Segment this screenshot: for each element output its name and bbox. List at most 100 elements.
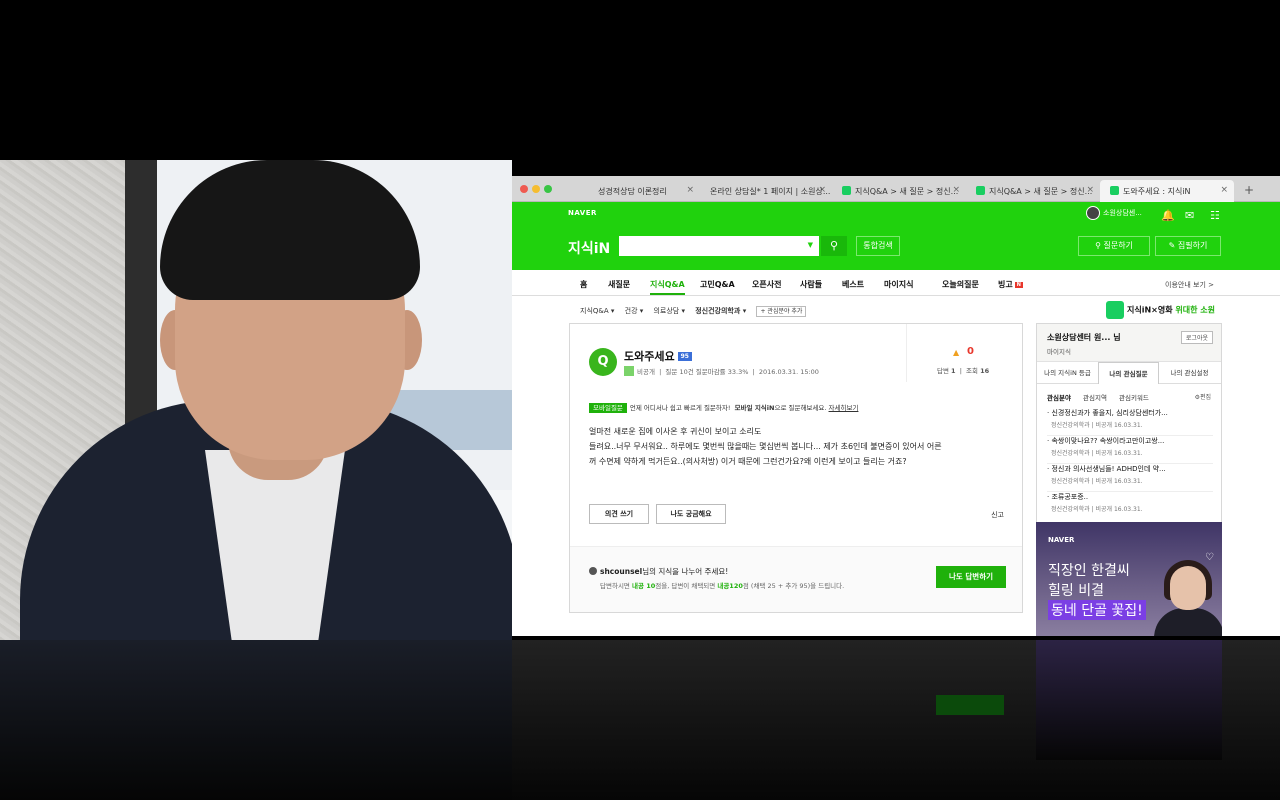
close-tab-icon[interactable]: × [686,185,694,195]
add-interest-button[interactable]: + 관심분야 추가 [756,306,807,317]
nav-my-knowledge[interactable]: 마이지식 [884,279,913,290]
tab-bar: 성경적상담 이론정리 × 온라인 상담실* 1 페이지 | 소원상... × 지… [512,176,1280,202]
browser-tab[interactable]: 성경적상담 이론정리 × [588,180,700,202]
search-icon: ⚲ [829,239,839,252]
tab-label: 지식Q&A > 새 질문 > 정신... [855,187,959,196]
write-button[interactable]: ✎ 집필하기 [1155,236,1221,256]
close-tab-icon[interactable]: × [818,185,826,195]
breadcrumb-item[interactable]: 건강 ▾ [625,307,644,315]
my-knowledge-link[interactable]: 마이지식 [1047,346,1071,356]
promo-text: 지식iN×영화 [1127,305,1173,315]
close-tab-icon[interactable]: × [952,185,960,195]
question-meta: 비공개 | 질문 10건 질문마감률 33.3% | 2016.03.31. 1… [624,366,819,376]
browser-tab[interactable]: 지식Q&A > 새 질문 > 정신... × [832,180,966,202]
answer-user: shcounsel [600,567,643,576]
tab-label: 지식Q&A > 새 질문 > 정신... [989,187,1093,196]
close-tab-icon[interactable]: × [1086,185,1094,195]
question-title-text: 도와주세요 [624,350,675,363]
answer-button[interactable]: 나도 답변하기 [936,566,1006,588]
browser-tab[interactable]: 온라인 상담실* 1 페이지 | 소원상... × [700,180,832,202]
avatar [1086,206,1100,220]
maximize-window-button[interactable] [544,185,552,193]
naver-logo[interactable]: NAVER [568,209,597,217]
thumbs-up-icon[interactable]: ▲ [953,348,959,357]
edit-link[interactable]: ⚙편집 [1195,392,1211,401]
naver-favicon-icon [1110,186,1119,195]
user-menu[interactable]: 소원상담센... [1086,206,1142,220]
subtab-keyword[interactable]: 관심키워드 [1119,394,1149,402]
new-tab-button[interactable]: + [1244,183,1254,197]
logout-button[interactable]: 로그아웃 [1180,331,1213,344]
tab-label: 성경적상담 이론정리 [598,187,667,196]
list-item[interactable]: · 속쌍이맞나요?? 속쌍이라고만이고쌍... 정신건강의학과 | 비공개 16… [1047,436,1213,464]
list-item-title: · 속쌍이맞나요?? 속쌍이라고만이고쌍... [1047,437,1165,445]
main-nav: 홈 새질문 지식Q&A 고민Q&A 오픈사전 사람들 베스트 마이지식 오늘의질… [512,270,1280,296]
browser-tab[interactable]: 지식Q&A > 새 질문 > 정신... × [966,180,1100,202]
chevron-down-icon[interactable]: ▼ [808,241,813,249]
integrated-search-button[interactable]: 통합검색 [856,236,900,256]
me-too-curious-button[interactable]: 나도 궁금해요 [656,504,726,524]
ad-highlight: 동네 단골 꽃집! [1048,600,1146,620]
report-link[interactable]: 신고 [991,510,1004,520]
ask-question-button[interactable]: ⚲ 질문하기 [1078,236,1150,256]
nav-best[interactable]: 베스트 [842,279,864,290]
tab-label: 도와주세요 : 지식iN [1123,187,1191,196]
nav-worry-qna[interactable]: 고민Q&A [700,279,735,290]
close-window-button[interactable] [520,185,528,193]
browser-window: 성경적상담 이론정리 × 온라인 상담실* 1 페이지 | 소원상... × 지… [512,176,1280,636]
list-item[interactable]: · 조류공포증.. 정신건강의학과 | 비공개 16.03.31. [1047,492,1213,520]
answers-count: 1 [951,367,956,375]
list-item-title: · 정신과 의사선생님들! ADHD인데 약... [1047,465,1166,473]
answer-invite-text: 님의 지식을 나누어 주세요! [642,567,729,576]
minimize-window-button[interactable] [532,185,540,193]
breadcrumb: 지식Q&A ▾ 건강 ▾ 의료상담 ▾ 정신건강의학과 ▾ + 관심분야 추가 [580,306,814,317]
list-item[interactable]: · 신경정신과가 좋을지, 심리상담센터가... 정신건강의학과 | 비공개 1… [1047,408,1213,436]
write-label: 집필하기 [1177,241,1208,250]
breadcrumb-item[interactable]: 지식Q&A ▾ [580,307,614,315]
browser-tab-active[interactable]: 도와주세요 : 지식iN × [1100,180,1234,202]
search-input[interactable]: ▼ [619,236,819,256]
usage-guide-link[interactable]: 이용안내 보기 > [1165,280,1214,290]
screen: 성경적상담 이론정리 × 온라인 상담실* 1 페이지 | 소원상... × 지… [0,0,1280,800]
ad-person [1154,608,1222,636]
panel-tabs: 나의 지식iN 등급 나의 관심질문 나의 관심설정 [1037,362,1221,384]
write-opinion-button[interactable]: 의견 쓰기 [589,504,649,524]
points-value: 내공120 [717,582,743,590]
search-button[interactable]: ⚲ [821,236,847,256]
nav-bingo[interactable]: 빙고 N [998,279,1023,290]
question-body-line: 얼마전 새로운 집에 이사온 후 귀신이 보이고 소리도 [589,427,762,436]
nav-people[interactable]: 사람들 [800,279,822,290]
ad-brand: NAVER [1048,536,1075,544]
views-label: 조회 [966,367,979,375]
close-tab-icon[interactable]: × [1220,185,1228,195]
mail-icon[interactable]: ✉ [1185,209,1194,222]
list-item[interactable]: · 정신과 의사선생님들! ADHD인데 약... 정신건강의학과 | 비공개 … [1047,464,1213,492]
nav-new-questions[interactable]: 새질문 [608,279,630,290]
nav-qna[interactable]: 지식Q&A [650,279,685,295]
subtab-region[interactable]: 관심지역 [1083,394,1107,402]
tab-my-grade[interactable]: 나의 지식iN 등급 [1037,362,1098,384]
question-stats: 질문 10건 질문마감률 33.3% [665,368,749,376]
nav-home[interactable]: 홈 [580,279,587,290]
nav-open-dictionary[interactable]: 오픈사전 [752,279,781,290]
points-text: 점 (채택 25 + 추가 95)을 드립니다. [742,582,845,590]
breadcrumb-item[interactable]: 의료상담 ▾ [653,307,685,315]
jisikin-logo[interactable]: 지식iN [568,238,610,258]
points-text: 답변하시면 [600,582,632,590]
breadcrumb-item[interactable]: 정신건강의학과 ▾ [695,307,746,315]
tab-interest-settings[interactable]: 나의 관심설정 [1159,362,1220,384]
grid-menu-icon[interactable]: ☷ [1210,209,1220,222]
bell-icon[interactable]: 🔔 [1161,209,1175,222]
tab-interest-questions[interactable]: 나의 관심질문 [1098,362,1159,384]
question-body: 얼마전 새로운 집에 이사온 후 귀신이 보이고 소리도 들려요..너무 무서워… [589,424,1009,469]
ad-headline: 힐링 비결 [1048,583,1104,599]
subtab-field[interactable]: 관심분야 [1047,394,1071,402]
promo-banner[interactable]: 지식iN×영화 위대한 소원 [1106,301,1215,319]
details-link[interactable]: 자세히보기 [829,404,859,412]
ad-banner[interactable]: NAVER ♡ 직장인 한결씨 힐링 비결 동네 단골 꽃집! [1036,522,1222,636]
nav-todays-question[interactable]: 오늘의질문 [942,279,979,290]
info-icon [589,567,597,575]
question-card: Q 도와주세요 95 비공개 | 질문 10건 질문마감률 33.3% | 201… [569,323,1023,613]
question-body-line: 꺼 수면제 약하게 먹거든요..(의사처방) 이거 때문에 그런건가요?왜 이런… [589,457,907,466]
profile-name[interactable]: 소원상담센터 원... 님 [1047,332,1121,343]
